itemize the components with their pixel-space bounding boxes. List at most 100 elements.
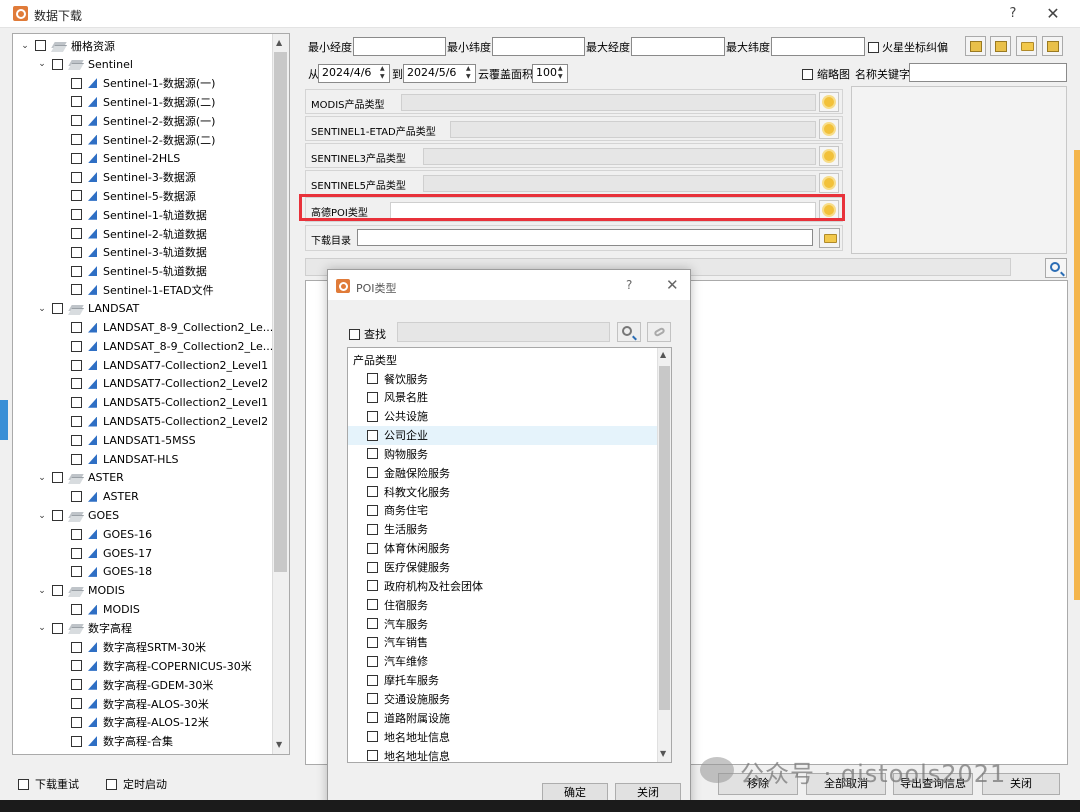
scroll-up-icon[interactable]: ▲ <box>276 38 282 47</box>
tree-item[interactable]: ⌄ ASTER <box>36 468 124 487</box>
poi-type-checkbox[interactable] <box>367 561 378 573</box>
poi-type-item[interactable]: 汽车销售 <box>348 633 658 652</box>
max-lon-input[interactable] <box>631 37 725 56</box>
retry-checkbox[interactable]: 下载重试 <box>18 776 79 792</box>
poi-type-checkbox[interactable] <box>367 599 378 611</box>
poi-type-checkbox[interactable] <box>367 504 378 516</box>
tree-item[interactable]: ⌄ MODIS <box>36 581 125 600</box>
poi-type-item[interactable]: 科教文化服务 <box>348 482 658 501</box>
poi-type-checkbox[interactable] <box>367 467 378 479</box>
poi-type-checkbox[interactable] <box>367 674 378 686</box>
poi-type-item[interactable]: 政府机构及社会团体 <box>348 576 658 595</box>
cloud-input[interactable]: 100 <box>532 64 568 83</box>
scroll-down-icon[interactable]: ▼ <box>276 740 282 749</box>
tree-checkbox[interactable] <box>71 491 82 503</box>
tree-checkbox[interactable] <box>71 397 82 409</box>
poi-type-item[interactable]: 摩托车服务 <box>348 671 658 690</box>
tree-item[interactable]: LANDSAT-HLS <box>71 450 179 469</box>
tree-checkbox[interactable] <box>71 735 82 747</box>
resource-tree[interactable]: ⌄ 栅格资源 ⌄ Sentinel Sentinel-1-数据源(一) Sentinel-… <box>12 33 290 755</box>
poi-type-item[interactable]: 商务住宅 <box>348 501 658 520</box>
tree-item[interactable]: Sentinel-2-数据源(一) <box>71 111 215 130</box>
tree-item[interactable]: LANDSAT1-5MSS <box>71 431 196 450</box>
name-keyword-input[interactable] <box>909 63 1067 82</box>
tree-checkbox[interactable] <box>71 453 82 465</box>
tree-checkbox[interactable] <box>71 209 82 221</box>
tree-checkbox[interactable] <box>35 40 46 51</box>
tree-checkbox[interactable] <box>52 58 63 70</box>
tree-checkbox[interactable] <box>71 152 82 164</box>
expand-chevron-icon[interactable]: ⌄ <box>36 304 48 314</box>
poi-type-checkbox[interactable] <box>367 542 378 554</box>
tree-checkbox[interactable] <box>71 322 82 333</box>
tree-checkbox[interactable] <box>71 77 82 89</box>
poi-type-item[interactable]: 交通设施服务 <box>348 689 658 708</box>
tree-checkbox[interactable] <box>71 246 82 258</box>
s5-product-field[interactable] <box>423 175 816 192</box>
poi-type-checkbox[interactable] <box>367 373 378 384</box>
expand-chevron-icon[interactable]: ⌄ <box>36 511 48 521</box>
tree-item[interactable]: Sentinel-2-轨道数据 <box>71 224 207 243</box>
find-input[interactable] <box>397 322 610 342</box>
poi-type-item[interactable]: 金融保险服务 <box>348 463 658 482</box>
tree-item[interactable]: 数字高程-合集 <box>71 732 173 751</box>
tree-item[interactable]: LANDSAT_8-9_Collection2_Le... <box>71 318 273 337</box>
select-area-button[interactable] <box>965 36 986 56</box>
poi-type-item[interactable]: 公共设施 <box>348 407 658 426</box>
tree-item[interactable]: Sentinel-1-轨道数据 <box>71 205 207 224</box>
tree-item[interactable]: 数字高程-ALOS-30米 <box>71 694 209 713</box>
s3-select-button[interactable] <box>819 146 839 166</box>
poi-type-checkbox[interactable] <box>367 580 378 592</box>
modis-product-field[interactable] <box>401 94 816 111</box>
poi-type-checkbox[interactable] <box>367 448 378 460</box>
tree-checkbox[interactable] <box>71 641 82 653</box>
tree-item[interactable]: ⌄ Sentinel <box>36 55 133 74</box>
tree-item[interactable]: ⌄ 栅格资源 <box>19 36 115 55</box>
tree-item[interactable]: ASTER <box>71 487 139 506</box>
open-shape-button[interactable] <box>1016 36 1037 56</box>
poi-type-checkbox[interactable] <box>367 712 378 724</box>
list-scroll-down-icon[interactable]: ▼ <box>660 749 666 758</box>
poi-type-checkbox[interactable] <box>367 731 378 743</box>
find-button[interactable] <box>617 322 641 342</box>
poi-type-checkbox[interactable] <box>367 750 378 761</box>
tree-item[interactable]: ⌄ LANDSAT <box>36 299 139 318</box>
dialog-help-button[interactable]: ? <box>626 278 632 292</box>
etad-product-field[interactable] <box>450 121 816 138</box>
poi-type-item[interactable]: 餐饮服务 <box>348 369 658 388</box>
modis-select-button[interactable] <box>819 92 839 112</box>
poi-type-checkbox[interactable] <box>367 429 378 441</box>
tree-checkbox[interactable] <box>52 585 63 597</box>
poi-type-checkbox[interactable] <box>367 636 378 648</box>
poi-type-checkbox[interactable] <box>367 618 378 630</box>
poi-type-item[interactable]: 汽车维修 <box>348 652 658 671</box>
tree-checkbox[interactable] <box>71 604 82 615</box>
tree-item[interactable]: ⌄ 数字高程 <box>36 619 132 638</box>
tree-item[interactable]: Sentinel-5-数据源 <box>71 186 196 205</box>
tree-checkbox[interactable] <box>71 228 82 239</box>
poi-type-item[interactable]: 体育休闲服务 <box>348 539 658 558</box>
tree-checkbox[interactable] <box>71 171 82 183</box>
timer-checkbox[interactable]: 定时启动 <box>106 776 167 792</box>
expand-chevron-icon[interactable]: ⌄ <box>19 41 31 51</box>
expand-chevron-icon[interactable]: ⌄ <box>36 623 48 633</box>
poi-type-item[interactable]: 地名地址信息 <box>348 727 658 746</box>
to-date-input[interactable]: 2024/5/6 <box>403 64 476 83</box>
tree-item[interactable]: GOES-18 <box>71 562 152 581</box>
browse-dir-button[interactable] <box>819 228 840 248</box>
tree-checkbox[interactable] <box>71 416 82 427</box>
tree-item[interactable]: Sentinel-5-轨道数据 <box>71 262 207 281</box>
poi-type-checkbox[interactable] <box>367 655 378 667</box>
from-date-input[interactable]: 2024/4/6 <box>318 64 390 83</box>
clear-button[interactable] <box>647 322 671 342</box>
expand-chevron-icon[interactable]: ⌄ <box>36 473 48 483</box>
tree-checkbox[interactable] <box>52 622 63 634</box>
poi-type-item[interactable]: 住宿服务 <box>348 595 658 614</box>
tree-checkbox[interactable] <box>71 716 82 728</box>
tree-checkbox[interactable] <box>52 510 63 521</box>
tree-scroll-thumb[interactable] <box>274 52 287 572</box>
tree-checkbox[interactable] <box>71 190 82 202</box>
tree-item[interactable]: Sentinel-3-轨道数据 <box>71 243 207 262</box>
tree-checkbox[interactable] <box>71 698 82 709</box>
expand-chevron-icon[interactable]: ⌄ <box>36 59 48 69</box>
